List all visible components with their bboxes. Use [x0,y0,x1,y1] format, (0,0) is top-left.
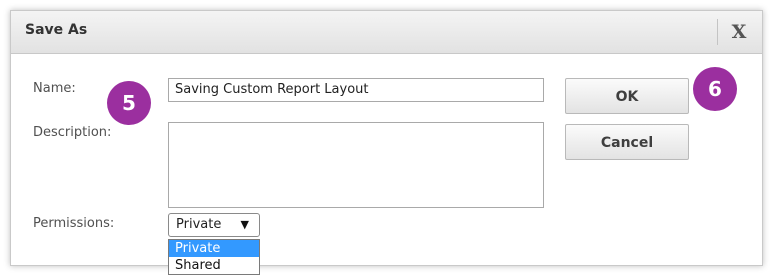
description-textarea[interactable] [168,122,544,208]
permissions-select[interactable]: Private ▼ [168,213,260,237]
permissions-option-shared[interactable]: Shared [169,257,259,274]
permissions-label: Permissions: [33,216,115,231]
cancel-button[interactable]: Cancel [565,124,689,160]
dialog-title: Save As [25,22,88,38]
name-input[interactable]: Saving Custom Report Layout [168,78,544,102]
permissions-selected-value: Private [176,217,222,232]
titlebar-divider [717,19,718,45]
description-label: Description: [33,125,112,140]
dialog-titlebar: Save As X [11,11,762,54]
save-as-dialog: Save As X Name: Saving Custom Report Lay… [10,10,763,275]
ok-button[interactable]: OK [565,78,689,114]
close-button[interactable]: X [724,17,754,47]
permissions-option-private[interactable]: Private [169,240,259,257]
name-label: Name: [33,81,76,96]
step-badge-5: 5 [107,81,151,125]
step-badge-6: 6 [693,67,737,111]
triangle-down-icon: ▼ [240,218,249,231]
permissions-options-list: Private Shared [168,239,260,275]
